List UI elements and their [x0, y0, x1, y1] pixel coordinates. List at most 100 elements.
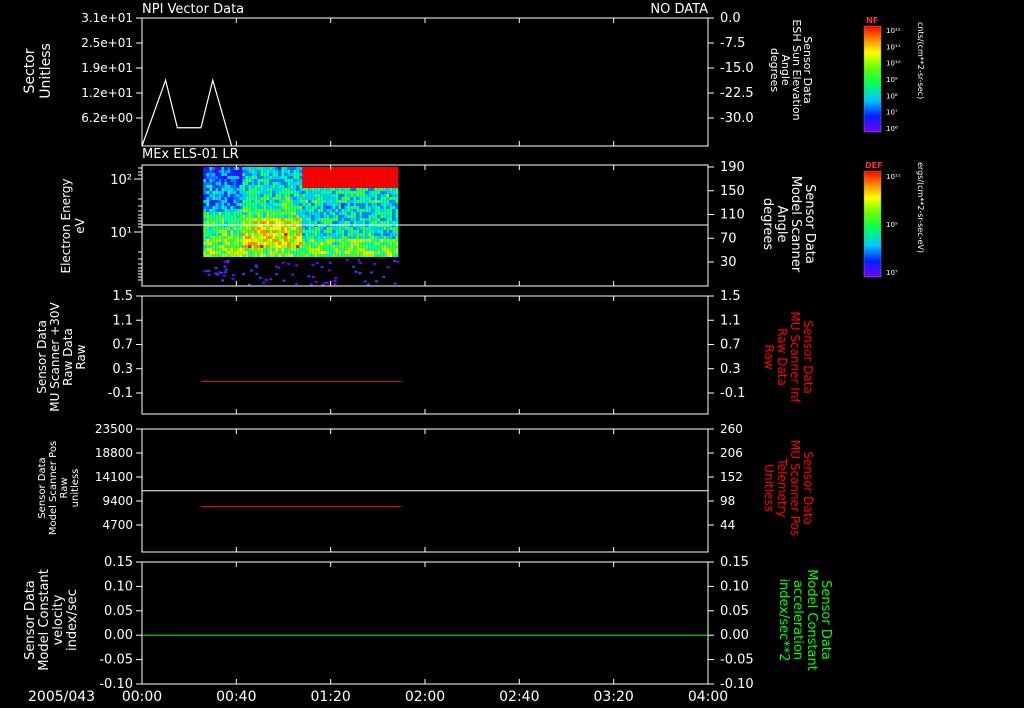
spectrogram-cell: [226, 261, 230, 264]
spectrogram-cell: [281, 176, 285, 179]
spectrogram-cell: [281, 182, 285, 185]
spectrogram-cell: [341, 218, 345, 221]
spectrogram-cell: [308, 209, 312, 212]
spectrogram-cell: [263, 230, 267, 233]
spectrogram-cell: [278, 221, 282, 224]
spectrogram-cell: [386, 233, 390, 236]
spectrogram-cell: [221, 230, 225, 233]
spectrogram-cell: [224, 176, 228, 179]
spectrogram-cell: [239, 248, 243, 251]
spectrogram-cell: [395, 242, 399, 245]
spectrogram-cell: [203, 254, 207, 257]
spectrogram-cell: [257, 227, 261, 230]
spectrogram-cell: [218, 176, 222, 179]
spectrogram-cell: [326, 251, 330, 254]
spectrogram-cell: [275, 218, 279, 221]
spectrogram-cell: [239, 230, 243, 233]
spectrogram-cell: [377, 215, 381, 218]
spectrogram-cell: [215, 182, 219, 185]
y-axis-label: Sensor Data MU Scanner +30V Raw Data Raw: [35, 302, 88, 412]
y-tick-label: -0.05: [99, 653, 133, 668]
spectrogram-cell: [308, 254, 312, 257]
spectrogram-cell: [302, 221, 306, 224]
spectrogram-cell: [352, 265, 356, 268]
spectrogram-cell: [206, 176, 210, 179]
spectrogram-cell: [212, 245, 216, 248]
spectrogram-cell: [284, 230, 288, 233]
y2-tick-label: 190: [720, 160, 745, 175]
spectrogram-cell: [365, 230, 369, 233]
spectrogram-cell: [227, 185, 231, 188]
spectrogram-cell: [260, 236, 264, 239]
spectrogram-cell: [287, 251, 291, 254]
spectrogram-cell: [269, 197, 273, 200]
spectrogram-cell: [272, 212, 276, 215]
spectrogram-cell: [212, 197, 216, 200]
spectrogram-cell: [272, 230, 276, 233]
spectrogram-cell: [362, 173, 366, 176]
spectrogram-cell: [284, 248, 288, 251]
spectrogram-cell: [323, 236, 327, 239]
spectrogram-cell: [275, 206, 279, 209]
spectrogram-cell: [209, 203, 213, 206]
spectrogram-cell: [203, 167, 207, 170]
spectrogram-cell: [215, 185, 219, 188]
spectrogram-cell: [302, 230, 306, 233]
y2-label-line: MU Scanner Inf: [788, 311, 802, 403]
spectrogram-cell: [335, 215, 339, 218]
spectrogram-cell: [230, 200, 234, 203]
spectrogram-cell: [341, 200, 345, 203]
y-axis-label: Electron Energy eV: [59, 178, 87, 273]
spectrogram-cell: [302, 197, 306, 200]
spectrogram-cell: [332, 188, 336, 191]
spectrogram-cell: [335, 176, 339, 179]
spectrogram-cell: [353, 203, 357, 206]
spectrogram-cell: [224, 233, 228, 236]
spectrogram-cell: [359, 230, 363, 233]
spectrogram-cell: [278, 215, 282, 218]
spectrogram-cell: [347, 200, 351, 203]
spectrogram-cell: [227, 179, 231, 182]
spectrogram-cell: [392, 259, 396, 262]
spectrogram-cell: [344, 254, 348, 257]
spectrogram-cell: [230, 248, 234, 251]
spectrogram-cell: [263, 167, 267, 170]
spectrogram-cell: [323, 227, 327, 230]
spectrogram-cell: [362, 167, 366, 170]
spectrogram-cell: [371, 176, 375, 179]
spectrogram-cell: [295, 264, 299, 267]
spectrogram-cell: [257, 221, 261, 224]
spectrogram-cell: [302, 191, 306, 194]
y-label-line: MU Scanner +30V: [48, 302, 62, 412]
spectrogram-cell: [389, 182, 393, 185]
spectrogram-cell: [323, 230, 327, 233]
spectrogram-cell: [278, 254, 282, 257]
spectrogram-cell: [257, 239, 261, 242]
spectrogram-cell: [221, 245, 225, 248]
spectrogram-cell: [212, 191, 216, 194]
spectrogram-cell: [224, 209, 228, 212]
spectrogram-cell: [344, 221, 348, 224]
spectrogram-cell: [344, 194, 348, 197]
spectrogram-cell: [224, 206, 228, 209]
spectrogram-cell: [284, 236, 288, 239]
spectrogram-cell: [281, 191, 285, 194]
spectrogram-cell: [308, 167, 312, 170]
panel-frames: [141, 17, 709, 685]
spectrogram-cell: [353, 218, 357, 221]
spectrogram-cell: [371, 212, 375, 215]
spectrogram-cell: [230, 167, 234, 170]
spectrogram-cell: [257, 212, 261, 215]
spectrogram-cell: [368, 236, 372, 239]
spectrogram-cell: [245, 215, 249, 218]
spectrogram-cell: [320, 206, 324, 209]
spectrogram-cell: [371, 239, 375, 242]
spectrogram-cell: [329, 212, 333, 215]
spectrogram-cell: [206, 185, 210, 188]
spectrogram-cell: [260, 185, 264, 188]
spectrogram-cell: [374, 182, 378, 185]
spectrogram-cell: [233, 197, 237, 200]
spectrogram-cell: [221, 233, 225, 236]
spectrogram-cell: [260, 230, 264, 233]
spectrogram-cell: [275, 173, 279, 176]
